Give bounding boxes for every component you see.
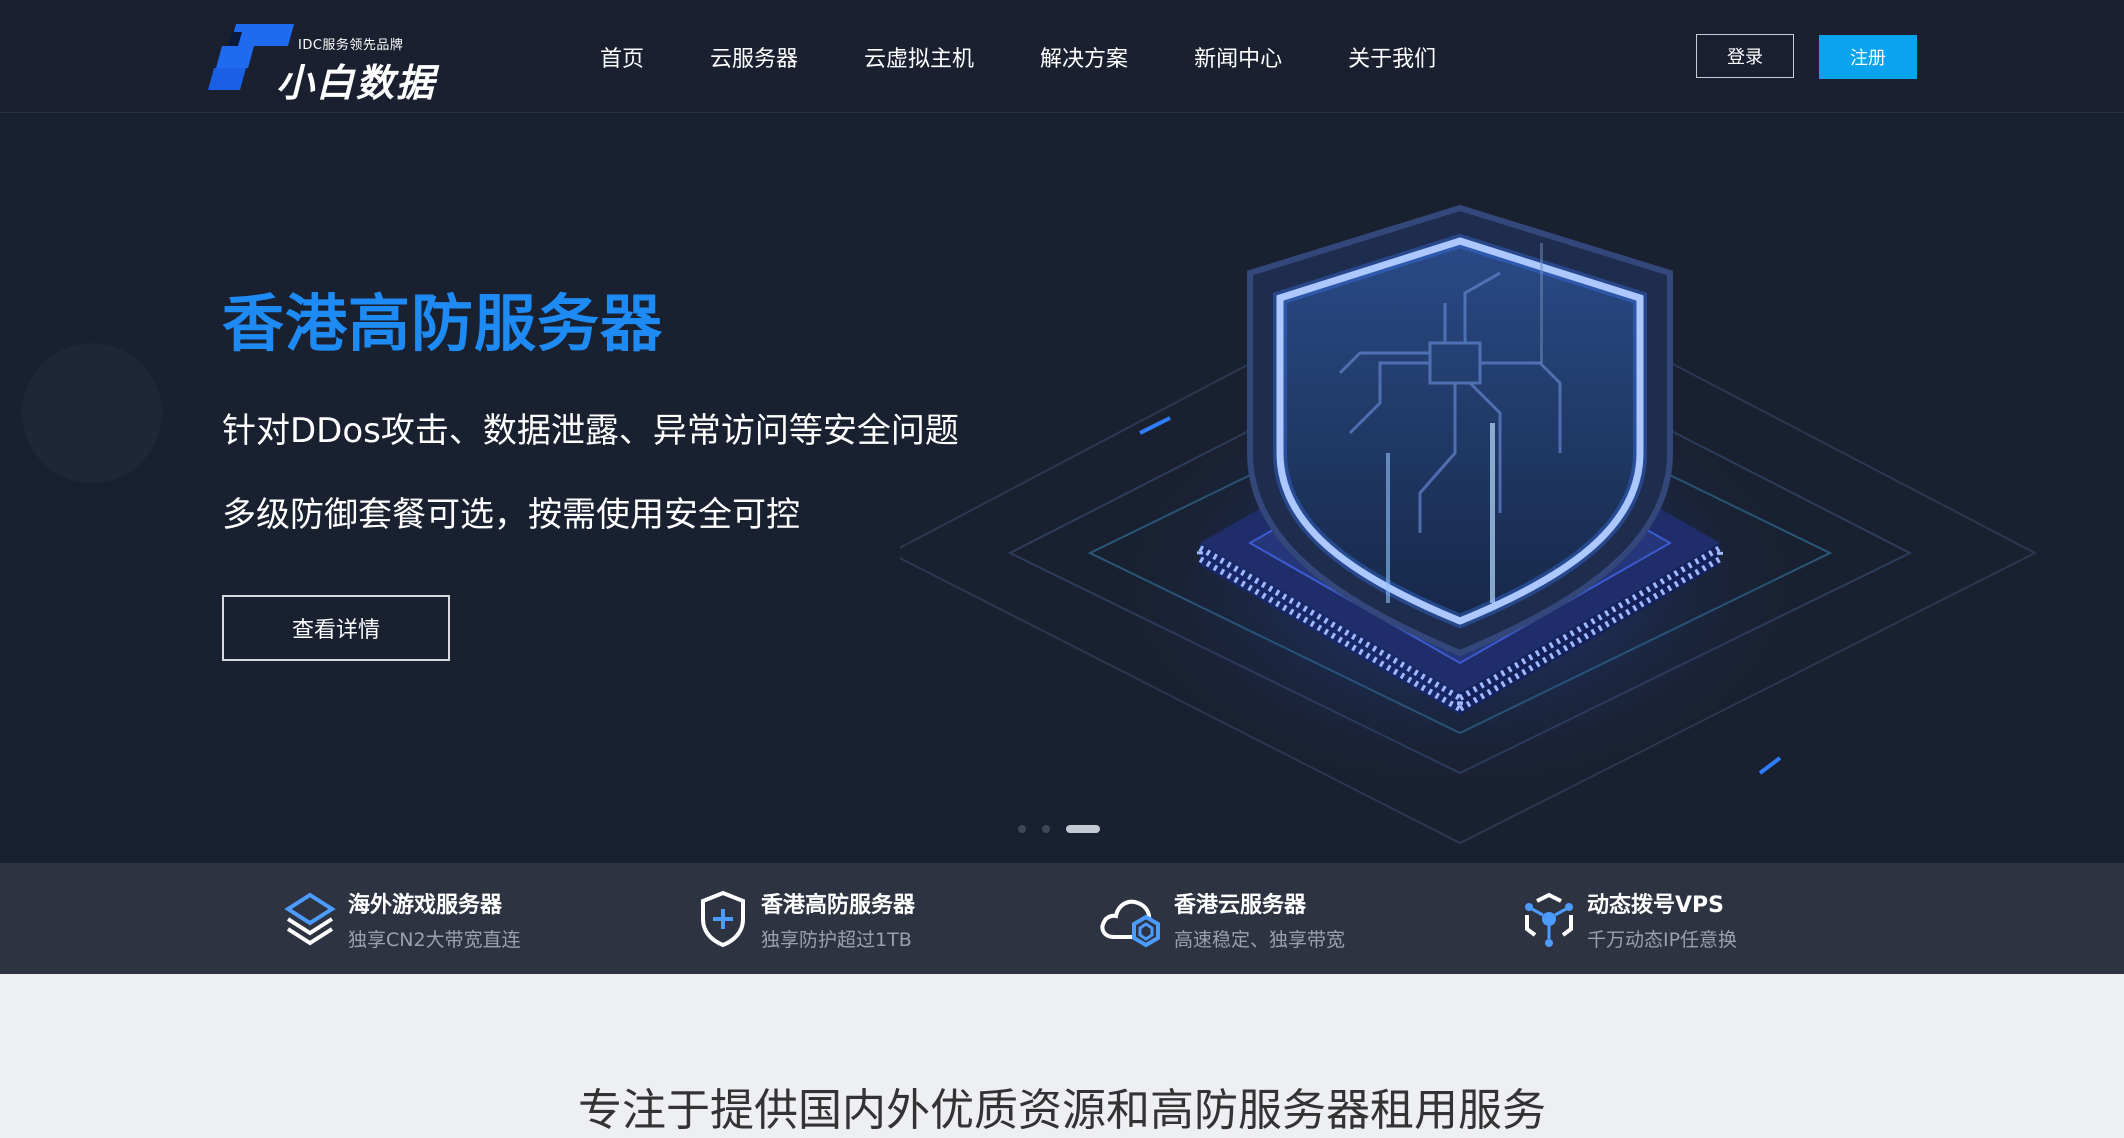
- top-navbar: IDC服务领先品牌 小白数据 首页 云服务器 云虚拟主机 解决方案 新闻中心 关…: [0, 0, 2124, 113]
- nav-item-virtual-host[interactable]: 云虚拟主机: [864, 41, 974, 73]
- feature-subtitle: 千万动态IP任意换: [1587, 929, 1738, 951]
- hero-description-line2: 多级防御套餐可选，按需使用安全可控: [222, 495, 800, 535]
- nav-item-about[interactable]: 关于我们: [1348, 41, 1436, 73]
- section-heading: 专注于提供国内外优质资源和高防服务器租用服务: [578, 1085, 1546, 1136]
- hero-description-line1: 针对DDos攻击、数据泄露、异常访问等安全问题: [222, 411, 959, 451]
- feature-subtitle: 独享CN2大带宽直连: [348, 929, 521, 951]
- shield-chip-illustration: [900, 204, 2038, 845]
- feature-title: 香港云服务器: [1174, 893, 1307, 918]
- nav-item-cloud-server[interactable]: 云服务器: [710, 41, 798, 73]
- register-button[interactable]: 注册: [1819, 35, 1917, 79]
- feature-subtitle: 独享防护超过1TB: [761, 929, 912, 951]
- feature-title: 动态拨号VPS: [1587, 893, 1724, 918]
- nav-item-home[interactable]: 首页: [600, 41, 644, 73]
- nav-item-news[interactable]: 新闻中心: [1194, 41, 1282, 73]
- feature-dynamic-vps[interactable]: 动态拨号VPS 千万动态IP任意换: [1517, 863, 1897, 974]
- intro-section: 专注于提供国内外优质资源和高防服务器租用服务: [0, 974, 2124, 1136]
- logo-tagline: IDC服务领先品牌: [298, 38, 404, 53]
- carousel-dot[interactable]: [1018, 825, 1026, 833]
- decorative-glow: [22, 343, 162, 483]
- feature-subtitle: 高速稳定、独享带宽: [1174, 929, 1346, 951]
- feature-overseas-game-server[interactable]: 海外游戏服务器 独享CN2大带宽直连: [278, 863, 658, 974]
- login-button[interactable]: 登录: [1696, 34, 1794, 78]
- view-details-button[interactable]: 查看详情: [222, 595, 450, 661]
- main-menu: 首页 云服务器 云虚拟主机 解决方案 新闻中心 关于我们: [600, 0, 1502, 113]
- hero-banner: 香港高防服务器 针对DDos攻击、数据泄露、异常访问等安全问题 多级防御套餐可选…: [0, 113, 2124, 863]
- feature-title: 海外游戏服务器: [348, 893, 503, 918]
- feature-hk-cloud-server[interactable]: 香港云服务器 高速稳定、独享带宽: [1096, 863, 1476, 974]
- feature-strip: 海外游戏服务器 独享CN2大带宽直连 香港高防服务器 独享防护超过1TB 香港云…: [0, 863, 2124, 974]
- carousel-dot-active[interactable]: [1066, 825, 1100, 833]
- feature-hk-ddos-server[interactable]: 香港高防服务器 独享防护超过1TB: [691, 863, 1071, 974]
- carousel-indicators: [1018, 825, 1116, 833]
- network-icon: [1525, 892, 1573, 947]
- logo-name: 小白数据: [276, 61, 437, 105]
- cloud-icon: [1100, 899, 1160, 948]
- feature-title: 香港高防服务器: [761, 893, 916, 918]
- nav-item-solutions[interactable]: 解决方案: [1040, 41, 1128, 73]
- site-logo[interactable]: IDC服务领先品牌 小白数据: [208, 22, 448, 105]
- carousel-dot[interactable]: [1042, 825, 1050, 833]
- hero-title: 香港高防服务器: [222, 287, 664, 360]
- shield-plus-icon: [701, 890, 745, 948]
- layers-icon: [284, 892, 336, 946]
